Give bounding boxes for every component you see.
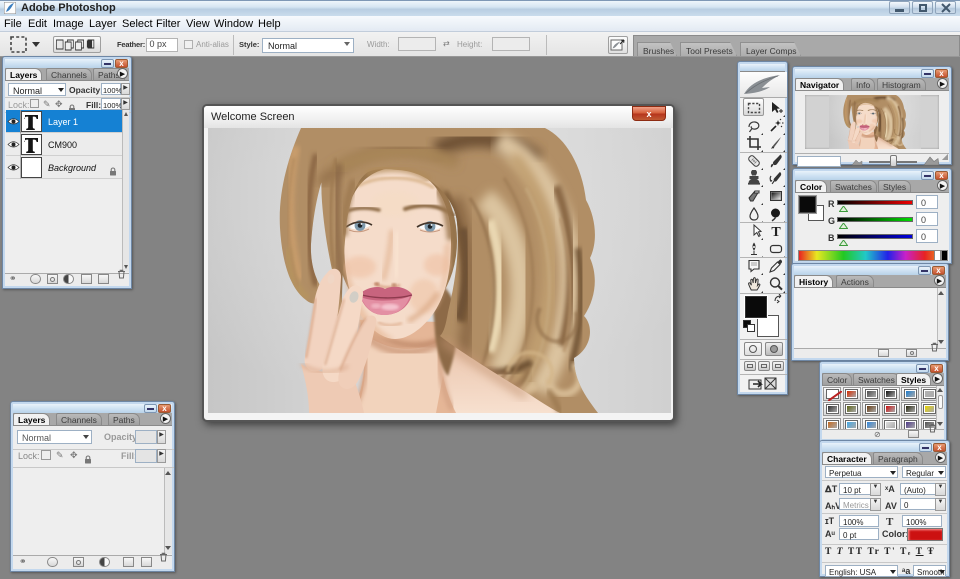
- svg-text:T: T: [771, 225, 781, 239]
